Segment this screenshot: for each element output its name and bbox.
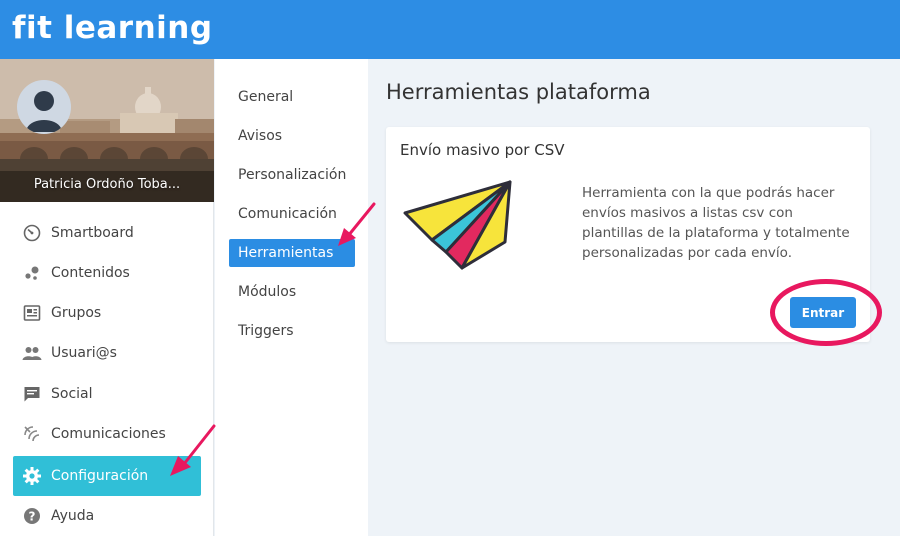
gear-icon <box>22 466 42 486</box>
subnav-item-personalizacion[interactable]: Personalización <box>229 161 355 189</box>
profile-banner[interactable]: Patricia Ordoño Toba... <box>0 59 214 202</box>
people-icon <box>22 343 42 363</box>
sidebar-item-label: Usuari@s <box>51 345 117 361</box>
card-title: Envío masivo por CSV <box>400 141 565 159</box>
avatar[interactable] <box>17 80 71 134</box>
subnav-item-avisos[interactable]: Avisos <box>229 122 355 150</box>
subnav-item-general[interactable]: General <box>229 83 355 111</box>
sidebar-item-social[interactable]: Social <box>13 374 201 414</box>
subnav-item-triggers[interactable]: Triggers <box>229 317 355 345</box>
svg-text:?: ? <box>29 510 36 524</box>
annotation-arrow-sidebar <box>170 424 216 476</box>
sidebar-item-label: Configuración <box>51 468 149 484</box>
help-icon: ? <box>22 506 42 526</box>
card-description: Herramienta con la que podrás hacer enví… <box>582 185 850 261</box>
page-title: Herramientas plataforma <box>386 80 651 104</box>
top-bar: fit learning <box>0 0 900 59</box>
sidebar-item-label: Social <box>51 386 93 402</box>
sidebar-item-contenidos[interactable]: Contenidos <box>13 253 201 293</box>
profile-name: Patricia Ordoño Toba... <box>33 177 181 192</box>
sidebar-item-label: Ayuda <box>51 508 95 524</box>
dashboard-gauge-icon <box>22 223 42 243</box>
sidebar-item-smartboard[interactable]: Smartboard <box>13 213 201 253</box>
sidebar-item-grupos[interactable]: Grupos <box>13 293 201 333</box>
sidebar-item-label: Grupos <box>51 305 102 321</box>
bubbles-icon <box>22 263 42 283</box>
chat-icon <box>22 384 42 404</box>
highlight-ring <box>770 279 882 346</box>
app-logo[interactable]: fit learning <box>12 6 213 50</box>
paper-plane-icon <box>402 180 514 276</box>
sidebar-item-ayuda[interactable]: ? Ayuda <box>13 496 201 536</box>
annotation-arrow-subnav <box>338 202 376 246</box>
settings-subnav: General Avisos Personalización Comunicac… <box>215 59 368 536</box>
sidebar-item-label: Comunicaciones <box>51 426 166 442</box>
subnav-item-modulos[interactable]: Módulos <box>229 278 355 306</box>
group-card-icon <box>22 303 42 323</box>
signal-icon <box>22 424 42 444</box>
sidebar-item-usuarios[interactable]: Usuari@s <box>13 333 201 373</box>
sidebar-item-label: Smartboard <box>51 225 134 241</box>
sidebar-item-label: Contenidos <box>51 265 130 281</box>
